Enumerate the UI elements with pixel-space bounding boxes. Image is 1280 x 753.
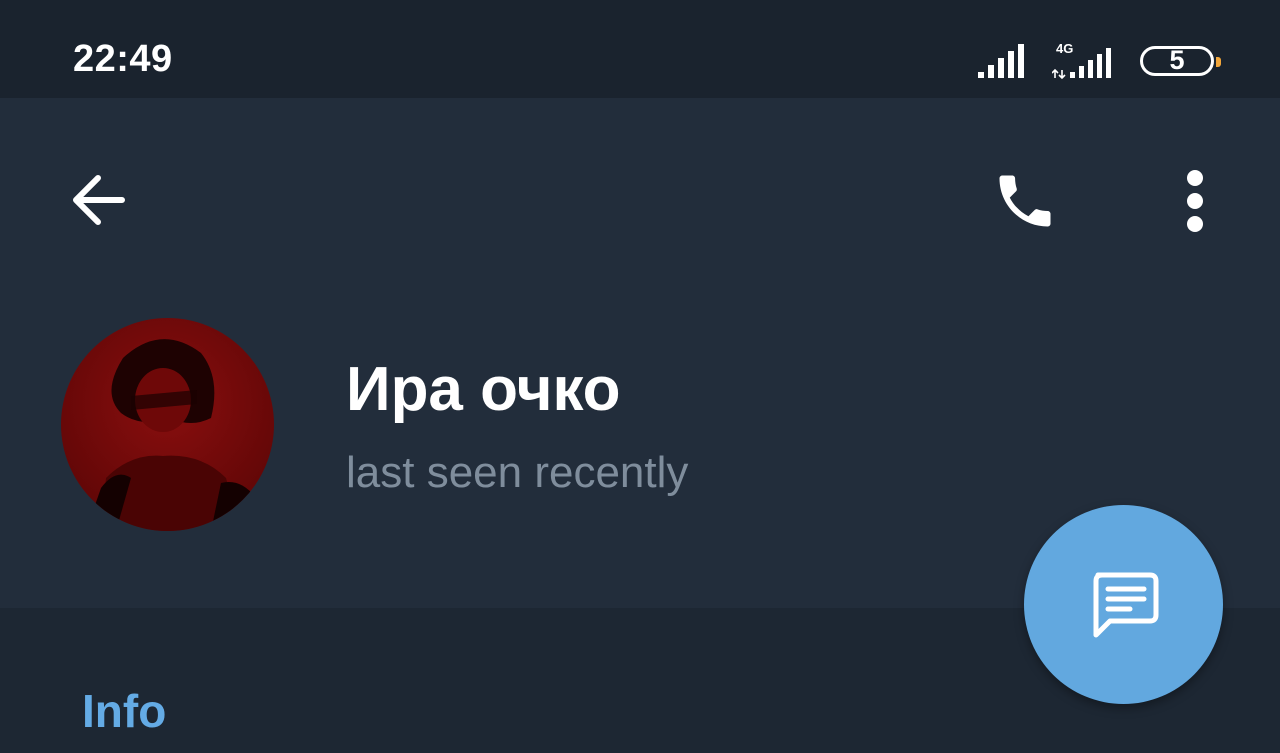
profile-name: Ира очко xyxy=(346,355,621,424)
battery-level: 5 xyxy=(1169,45,1185,75)
more-options-button[interactable] xyxy=(1160,156,1230,246)
network-label: 4G xyxy=(1056,41,1073,56)
profile-status: last seen recently xyxy=(346,448,689,497)
signal-icon xyxy=(978,42,1030,80)
call-button[interactable] xyxy=(980,156,1070,246)
status-icons: 4G 5 xyxy=(978,40,1221,82)
status-bar: 22:49 4G 5 xyxy=(0,0,1280,98)
arrow-left-icon xyxy=(73,175,125,225)
phone-icon xyxy=(999,175,1051,227)
info-title: Info xyxy=(82,685,167,737)
status-time: 22:49 xyxy=(73,38,173,80)
back-button[interactable] xyxy=(56,158,140,242)
battery-icon: 5 xyxy=(1140,45,1221,76)
send-message-button[interactable] xyxy=(1024,505,1223,704)
more-vertical-icon xyxy=(1187,170,1203,232)
message-icon xyxy=(1093,572,1158,637)
battery-tip xyxy=(1216,57,1221,67)
avatar[interactable] xyxy=(61,318,274,531)
signal-4g-icon: 4G xyxy=(1052,40,1118,82)
